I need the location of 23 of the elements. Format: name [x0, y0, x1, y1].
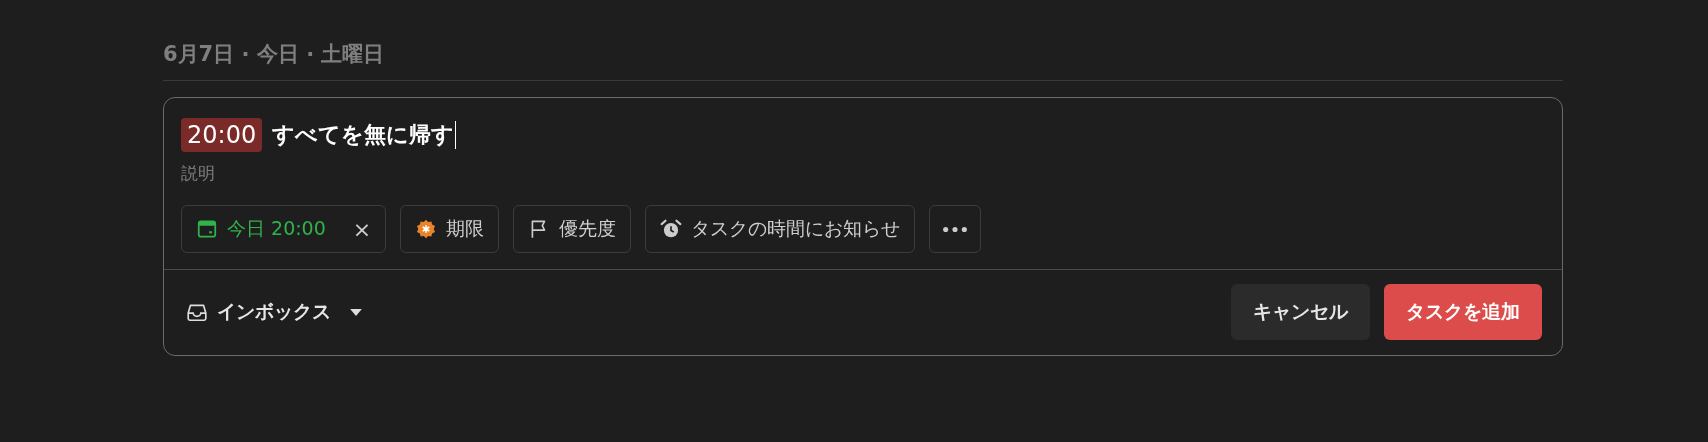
deadline-label: 期限 — [446, 216, 485, 241]
priority-chip[interactable]: 優先度 — [513, 205, 632, 253]
date-label: 今日 20:00 — [227, 216, 326, 241]
time-tag: 20:00 — [181, 118, 263, 152]
task-title-input[interactable]: すべてを無に帰す — [272, 120, 455, 150]
project-selector[interactable]: インボックス — [186, 299, 362, 325]
date-chip[interactable]: 今日 20:00 × — [181, 205, 387, 253]
badge-icon — [415, 218, 438, 240]
clear-button[interactable]: × — [352, 216, 372, 242]
calendar-icon — [196, 218, 218, 240]
alarm-clock-icon — [660, 218, 683, 240]
reminder-label: タスクの時間にお知らせ — [691, 216, 901, 241]
more-icon — [942, 225, 969, 233]
text-cursor — [455, 121, 457, 149]
more-button[interactable] — [929, 205, 982, 253]
reminder-chip[interactable]: タスクの時間にお知らせ — [645, 205, 916, 253]
dropdown-caret-icon — [350, 308, 362, 316]
deadline-chip[interactable]: 期限 — [400, 205, 500, 253]
add-task-button[interactable]: タスクを追加 — [1384, 284, 1542, 340]
priority-label: 優先度 — [559, 216, 617, 241]
section-heading: 6月7日 · 今日 · 土曜日 — [163, 40, 1563, 81]
description-field[interactable]: 説明 — [181, 163, 581, 183]
cancel-button[interactable]: キャンセル — [1231, 284, 1370, 340]
